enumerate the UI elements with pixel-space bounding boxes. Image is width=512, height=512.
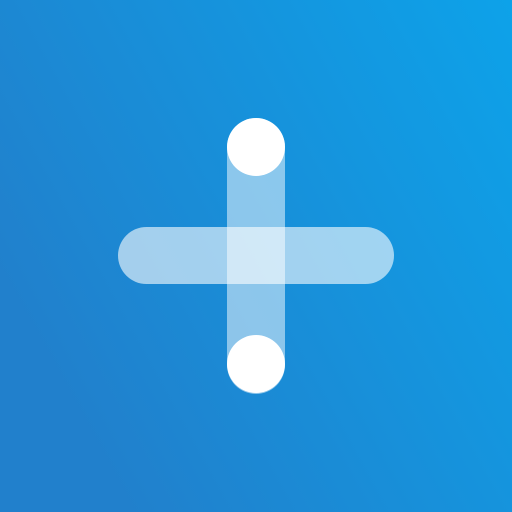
plus-bottom-dot [227,335,285,393]
plus-icon [0,0,512,512]
app-icon-tile[interactable] [0,0,512,512]
plus-top-dot [227,118,285,176]
